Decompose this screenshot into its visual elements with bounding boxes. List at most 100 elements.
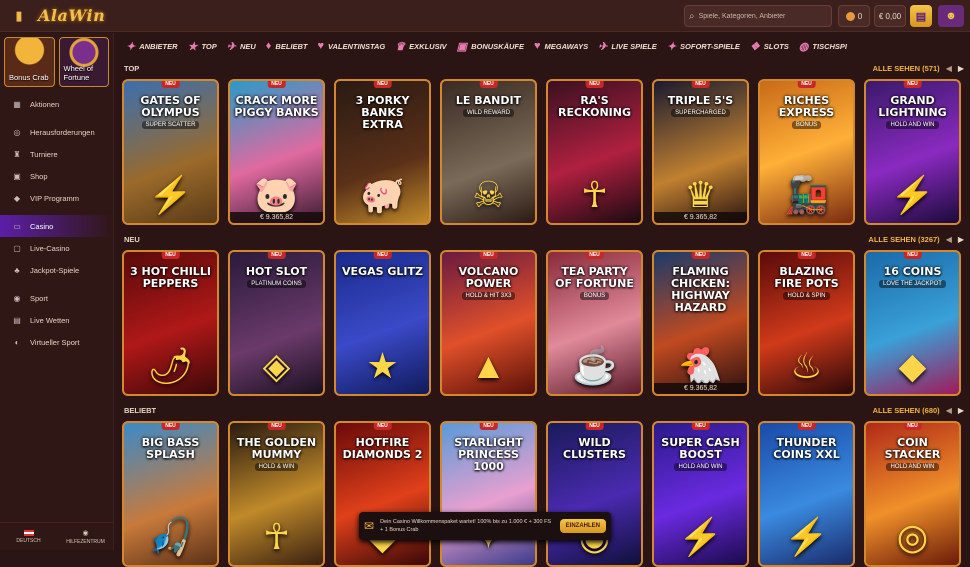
help-center-button[interactable]: ◉ HILFEZENTRUM [57,523,114,550]
game-tile[interactable]: NEU Triple 5's Supercharged ♛ € 9.365,82 [652,79,749,225]
game-tile[interactable]: NEU Gates of Olympus Super Scatter ⚡ [122,79,219,225]
sidebar-item-label: Jackpot-Spiele [30,265,80,275]
sidebar-item-live-casino[interactable]: ▢ Live-Casino [0,237,113,259]
sidebar-item-sport[interactable]: ◉ Sport [0,287,113,309]
category-icon: ❖ [749,40,760,53]
game-tile[interactable]: NEU Blazing Fire Pots Hold & Spin ♨ [758,250,855,396]
scroll-left-icon[interactable]: ◀ [946,64,952,73]
game-tile[interactable]: NEU 3 Hot Chilli Peppers 🌶 [122,250,219,396]
category-tab[interactable]: ♦ BELIEBT [266,40,308,52]
game-title: 3 Porky Banks Extra [355,94,410,131]
category-tab[interactable]: ★ TOP [188,40,217,53]
game-tile[interactable]: NEUStarlight Princess 1000✦ [440,421,537,567]
balance-display[interactable]: € 0,00 [874,5,906,27]
sidebar-item-turniere[interactable]: ♜ Turniere [0,143,113,165]
game-tile[interactable]: NEU 16 Coins Love the Jackpot ◆ [864,250,961,396]
sidebar-item-shop[interactable]: ▣ Shop [0,165,113,187]
game-subtitle: Hold and Win [886,463,939,471]
scroll-right-icon[interactable]: ▶ [958,406,964,415]
ball-icon: ◉ [13,293,21,303]
game-tile[interactable]: NEU 3 Porky Banks Extra 🐖 [334,79,431,225]
sidebar-item-casino[interactable]: ▭ Casino [0,215,113,237]
game-tile[interactable]: NEU Vegas Glitz ★ [334,250,431,396]
game-tile[interactable]: NEU Big Bass Splash 🎣 [122,421,219,567]
category-label: TISCHSPI [812,41,847,51]
game-art-icon: ⚡ [890,174,935,215]
game-tile[interactable]: NEU Le Bandit Wild Reward ☠ [440,79,537,225]
category-tab[interactable]: ✦ ANBIETER [126,40,178,53]
category-tab[interactable]: ❖ SLOTS [750,40,789,53]
challenge-icon: ◎ [13,127,21,137]
scroll-left-icon[interactable]: ◀ [946,235,952,244]
game-tile[interactable]: NEU The Golden Mummy Hold & Win ☥ [228,421,325,567]
category-icon: ✈ [226,40,236,53]
game-tile[interactable]: NEU Coin Stacker Hold and Win ◎ [864,421,961,567]
see-all-link[interactable]: ALLE SEHEN (571) [873,64,940,73]
sidebar-item-label: Live Wetten [30,315,70,325]
category-label: BONUSKÄUFE [471,41,524,51]
game-tile[interactable]: NEU Crack More Piggy Banks 🐷 € 9.365,82 [228,79,325,225]
scroll-right-icon[interactable]: ▶ [958,235,964,244]
sidebar-item-vip[interactable]: ◆ VIP Programm [0,187,113,209]
new-badge: NEU [267,81,286,88]
category-tab[interactable]: ✈ LIVE SPIELE [598,40,657,53]
search-bar[interactable]: ⌕ [684,5,832,27]
category-tab[interactable]: ▣ BONUSKÄUFE [457,40,524,53]
logo[interactable]: AlaWin [38,6,105,25]
section-controls: ALLE SEHEN (571) ◀ ▶ [873,64,964,73]
category-tab[interactable]: ♥ MEGAWAYS [534,40,588,52]
game-tile[interactable]: NEUHotfire Diamonds 2◆ [334,421,431,567]
category-label: NEU [239,41,256,51]
game-tile[interactable]: NEU Flaming Chicken: Highway Hazard 🐔 € 9.3… [652,250,749,396]
sidebar-item-label: Turniere [30,149,58,159]
see-all-link[interactable]: ALLE SEHEN (3267) [868,235,939,244]
profile-button[interactable]: ☻ [938,5,964,27]
game-title: Gates of Olympus [140,94,201,119]
promo-wheel-of-fortune[interactable]: Wheel of Fortune [58,37,109,87]
new-badge: NEU [903,252,922,259]
sidebar-item-aktionen[interactable]: ▦ Aktionen [0,93,113,115]
deposit-button[interactable]: ▤ [910,5,932,27]
category-tab[interactable]: ✦ SOFORT-SPIELE [667,40,740,53]
see-all-link[interactable]: ALLE SEHEN (680) [873,406,940,415]
sidebar-item-jackpot[interactable]: ♣ Jackpot-Spiele [0,259,113,281]
game-tile[interactable]: NEU Grand Lightning Hold and Win ⚡ [864,79,961,225]
game-tile[interactable]: NEU Super Cash Boost Hold and Win ⚡ [652,421,749,567]
coins-counter[interactable]: 0 [838,5,870,27]
deposit-cta-button[interactable]: EINZAHLEN [559,519,606,533]
game-row: NEU 3 Hot Chilli Peppers 🌶 NEU Hot Slot Plati… [122,250,961,396]
category-icon: ✈ [598,40,608,53]
language-label: DEUTSCH [16,537,41,544]
game-tile[interactable]: NEU Tea Party of Fortune Bonus ☕ [546,250,643,396]
promo-bonus-crab[interactable]: Bonus Crab [4,37,55,87]
sidebar-item-label: Shop [30,171,48,181]
sidebar-item-live-wetten[interactable]: ▤ Live Wetten [0,309,113,331]
category-icon: ▣ [456,40,468,53]
category-tab[interactable]: ◍ TISCHSPI [799,40,847,53]
game-tile[interactable]: NEU Riches Express Bonus 🚂 [758,79,855,225]
sidebar-item-herausforderungen[interactable]: ◎ Herausforderungen [0,121,113,143]
game-title: Blazing Fire Pots [774,265,839,290]
category-bar: ✦ ANBIETER ★ TOP ✈ NEU ♦ BELIEBT ♥ VALENTINSTAG ♛ E… [116,33,970,59]
category-tab[interactable]: ♛ EXKLUSIV [395,40,446,53]
sidebar: Bonus Crab Wheel of Fortune ▦ Aktionen ◎ H… [0,33,114,550]
game-tile[interactable]: NEU Thunder Coins XXL ⚡ [758,421,855,567]
sidebar-item-virtueller-sport[interactable]: ◐ Virtueller Sport [0,331,113,353]
category-icon: ♦ [265,40,272,52]
sidebar-item-label: Casino [30,221,54,231]
scroll-left-icon[interactable]: ◀ [946,406,952,415]
sidebar-toggle-icon[interactable]: ▮ [8,5,30,27]
category-tab[interactable]: ✈ NEU [227,40,256,53]
search-input[interactable] [698,12,824,20]
game-title: Coin Stacker [884,436,941,461]
toast-text: Dein Casino Willkommenspaket wartet! 100… [380,519,552,533]
new-badge: NEU [797,423,816,430]
game-tile[interactable]: NEU Hot Slot Platinum Coins ◈ [228,250,325,396]
game-tile[interactable]: NEU Volcano Power Hold & Hit 3x3 ▲ [440,250,537,396]
game-tile[interactable]: NEUWild Clusters◉ [546,421,643,567]
category-tab[interactable]: ♥ VALENTINSTAG [318,40,386,52]
welcome-bonus-toast: ✉ Dein Casino Willkommenspaket wartet! 1… [359,512,611,540]
language-selector[interactable]: DEUTSCH [0,523,57,550]
scroll-right-icon[interactable]: ▶ [958,64,964,73]
game-tile[interactable]: NEU Ra's Reckoning ☥ [546,79,643,225]
